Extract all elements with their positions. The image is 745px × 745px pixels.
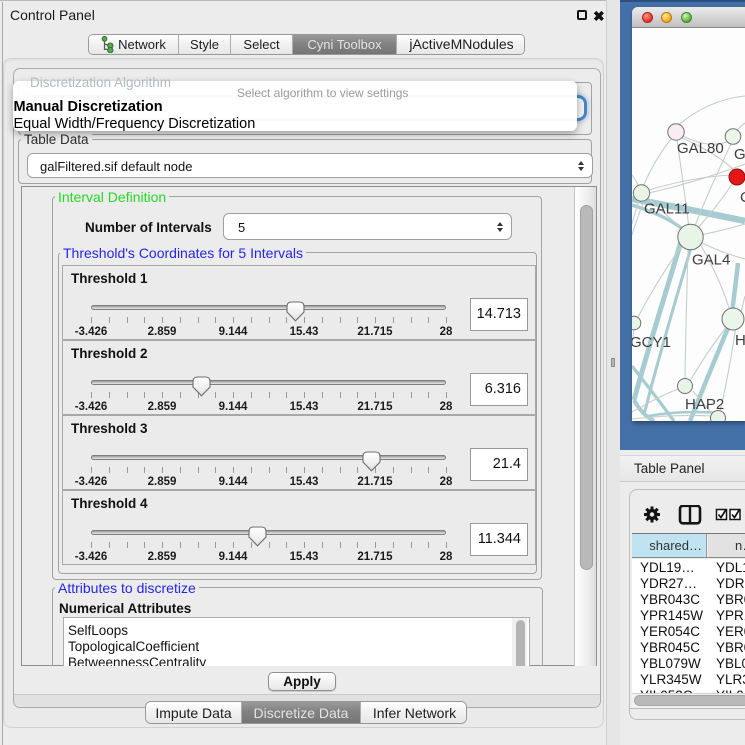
svg-text:C: C — [740, 189, 745, 206]
svg-text:GCY1: GCY1 — [632, 334, 671, 351]
svg-text:H: H — [735, 332, 745, 349]
svg-text:G.: G. — [734, 146, 745, 163]
svg-text:HAP2: HAP2 — [685, 396, 724, 413]
svg-text:GAL4: GAL4 — [692, 252, 730, 269]
svg-text:GAL11: GAL11 — [644, 201, 690, 218]
svg-text:GAL80: GAL80 — [677, 140, 724, 157]
